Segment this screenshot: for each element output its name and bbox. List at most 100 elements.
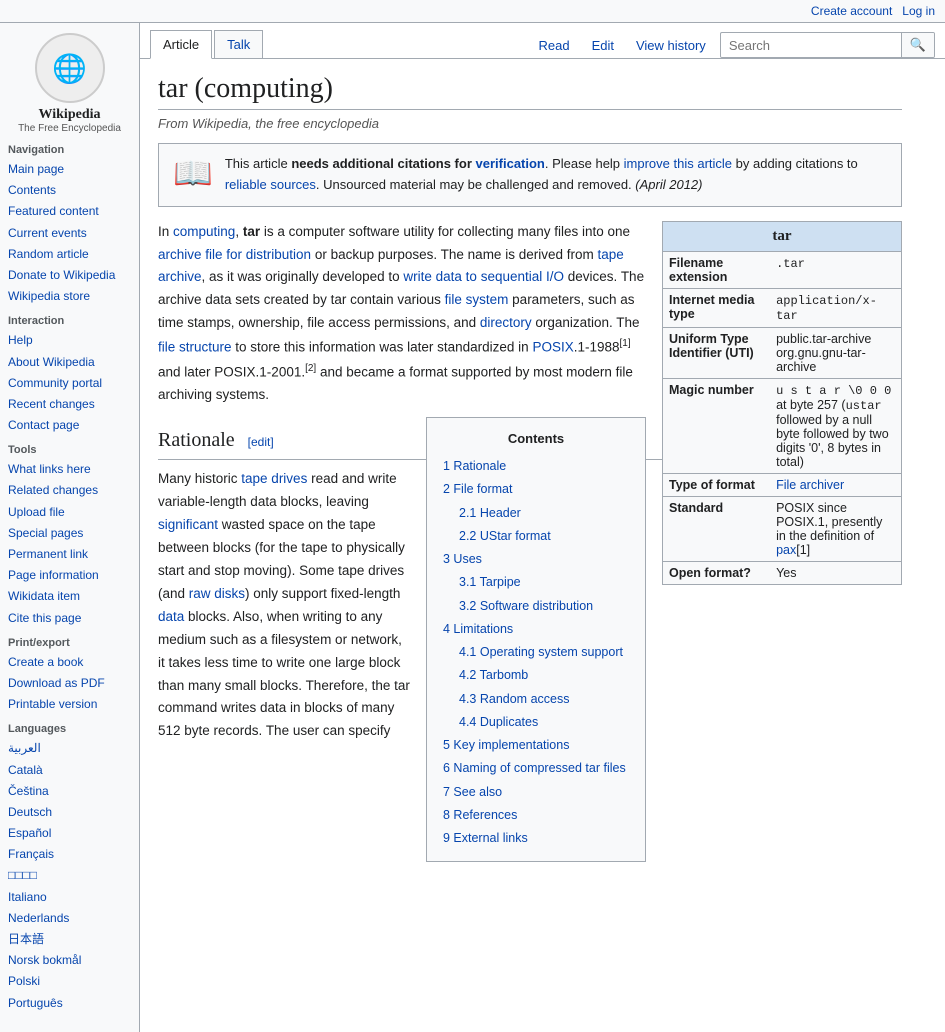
sidebar-item-lang-cs[interactable]: Čeština	[8, 781, 131, 802]
tab-article[interactable]: Article	[150, 30, 212, 59]
sidebar-item-current-events[interactable]: Current events	[8, 223, 131, 244]
toc-item-2-1: 2.1 Header	[459, 503, 629, 524]
infobox-link-pax[interactable]: pax	[776, 543, 796, 557]
sidebar-item-download-pdf[interactable]: Download as PDF	[8, 673, 131, 694]
sidebar-item-upload[interactable]: Upload file	[8, 502, 131, 523]
infobox-label-magic: Magic number	[663, 378, 770, 473]
sidebar-item-lang-pl[interactable]: Polski	[8, 971, 131, 992]
sidebar-item-lang-ar[interactable]: العربية	[8, 738, 131, 759]
logo: 🌐 Wikipedia The Free Encyclopedia	[8, 33, 131, 134]
sidebar-item-contents[interactable]: Contents	[8, 180, 131, 201]
tab-talk[interactable]: Talk	[214, 30, 263, 58]
toc-link-4[interactable]: 4 Limitations	[443, 622, 513, 636]
sidebar-item-lang-fr[interactable]: Français	[8, 844, 131, 865]
notice-link-improve[interactable]: improve this article	[624, 156, 732, 171]
toc-link-9[interactable]: 9 External links	[443, 831, 528, 845]
notice-link-sources[interactable]: reliable sources	[225, 177, 316, 192]
sidebar-item-about[interactable]: About Wikipedia	[8, 352, 131, 373]
sidebar-item-wikidata[interactable]: Wikidata item	[8, 586, 131, 607]
sidebar-item-community[interactable]: Community portal	[8, 373, 131, 394]
link-write-data[interactable]: write data to sequential	[403, 269, 542, 284]
toc-item-3-2: 3.2 Software distribution	[459, 596, 629, 617]
tab-view-history[interactable]: View history	[628, 34, 714, 57]
toc-link-2-2[interactable]: 2.2 UStar format	[459, 529, 551, 543]
print-section: Print/export Create a book Download as P…	[8, 637, 131, 716]
sidebar-item-lang-ja[interactable]: 日本語	[8, 929, 131, 950]
infobox-link-type[interactable]: File archiver	[776, 478, 844, 492]
toc-link-5[interactable]: 5 Key implementations	[443, 738, 569, 752]
toc-link-4-2[interactable]: 4.2 Tarbomb	[459, 668, 528, 682]
toc-link-2[interactable]: 2 File format	[443, 482, 512, 496]
logo-icon: 🌐	[35, 33, 105, 103]
sidebar-item-permanent-link[interactable]: Permanent link	[8, 544, 131, 565]
toc-item-3: 3 Uses 3.1 Tarpipe 3.2 Software distribu…	[443, 549, 629, 617]
toc-link-6[interactable]: 6 Naming of compressed tar files	[443, 761, 626, 775]
sidebar-item-lang-de[interactable]: Deutsch	[8, 802, 131, 823]
languages-section-title: Languages	[8, 723, 131, 735]
log-in-link[interactable]: Log in	[902, 4, 935, 18]
link-directory[interactable]: directory	[480, 315, 532, 330]
toc-link-3-2[interactable]: 3.2 Software distribution	[459, 599, 593, 613]
tab-bar: Article Talk Read Edit View history 🔍	[140, 23, 945, 59]
tab-edit[interactable]: Edit	[584, 34, 622, 57]
link-file-structure[interactable]: file structure	[158, 340, 232, 355]
sidebar-item-lang-pt[interactable]: Português	[8, 993, 131, 1014]
link-computing[interactable]: computing	[173, 224, 235, 239]
sidebar-item-featured[interactable]: Featured content	[8, 201, 131, 222]
toc-link-7[interactable]: 7 See also	[443, 785, 502, 799]
sidebar-item-related-changes[interactable]: Related changes	[8, 480, 131, 501]
sidebar-item-main-page[interactable]: Main page	[8, 159, 131, 180]
sidebar-item-printable[interactable]: Printable version	[8, 694, 131, 715]
top-bar: Create account Log in	[0, 0, 945, 23]
notice-link-verification[interactable]: verification	[476, 156, 545, 171]
link-significant[interactable]: significant	[158, 517, 218, 532]
infobox: tar Filename extension .tar Internet med…	[662, 221, 902, 585]
sidebar-item-special-pages[interactable]: Special pages	[8, 523, 131, 544]
toc-link-3-1[interactable]: 3.1 Tarpipe	[459, 575, 521, 589]
infobox-title: tar	[663, 222, 901, 251]
link-tape-drives[interactable]: tape drives	[241, 471, 307, 486]
toc-link-8[interactable]: 8 References	[443, 808, 517, 822]
toc-link-4-1[interactable]: 4.1 Operating system support	[459, 645, 623, 659]
notice-box: 📖 This article needs additional citation…	[158, 143, 902, 207]
sidebar-item-lang-it[interactable]: Italiano	[8, 887, 131, 908]
link-filesystem[interactable]: file system	[445, 292, 509, 307]
link-data-blocks[interactable]: data	[158, 609, 184, 624]
search-button[interactable]: 🔍	[901, 33, 934, 57]
sidebar-item-random[interactable]: Random article	[8, 244, 131, 265]
sidebar-item-create-book[interactable]: Create a book	[8, 652, 131, 673]
link-archive-file[interactable]: archive file for distribution	[158, 247, 311, 262]
toc-link-4-3[interactable]: 4.3 Random access	[459, 692, 569, 706]
infobox-val-media: application/x-tar	[770, 288, 901, 327]
create-account-link[interactable]: Create account	[811, 4, 892, 18]
toc-link-1[interactable]: 1 Rationale	[443, 459, 506, 473]
toc-item-9: 9 External links	[443, 828, 629, 849]
toc-link-3[interactable]: 3 Uses	[443, 552, 482, 566]
sidebar-item-lang-nb[interactable]: Norsk bokmål	[8, 950, 131, 971]
print-section-title: Print/export	[8, 637, 131, 649]
toc-link-4-4[interactable]: 4.4 Duplicates	[459, 715, 538, 729]
sidebar-item-contact[interactable]: Contact page	[8, 415, 131, 436]
infobox-label-uti: Uniform Type Identifier (UTI)	[663, 327, 770, 378]
sidebar-item-lang-ca[interactable]: Català	[8, 760, 131, 781]
link-raw-disks[interactable]: raw disks	[189, 586, 245, 601]
toc-item-4-4: 4.4 Duplicates	[459, 712, 629, 733]
link-io[interactable]: I/O	[546, 269, 564, 284]
sidebar-item-store[interactable]: Wikipedia store	[8, 286, 131, 307]
sidebar-item-help[interactable]: Help	[8, 330, 131, 351]
sidebar-item-lang-nl[interactable]: Nederlands	[8, 908, 131, 929]
infobox-val-type: File archiver	[770, 473, 901, 496]
sidebar-item-what-links[interactable]: What links here	[8, 459, 131, 480]
sidebar-item-recent-changes[interactable]: Recent changes	[8, 394, 131, 415]
toc-link-2-1[interactable]: 2.1 Header	[459, 506, 521, 520]
sidebar-item-page-info[interactable]: Page information	[8, 565, 131, 586]
sidebar-item-lang-ja-sq[interactable]: □□□□	[8, 865, 131, 886]
sidebar-item-lang-es[interactable]: Español	[8, 823, 131, 844]
sidebar-item-donate[interactable]: Donate to Wikipedia	[8, 265, 131, 286]
tab-read[interactable]: Read	[530, 34, 577, 57]
link-posix[interactable]: POSIX	[532, 340, 573, 355]
search-input[interactable]	[721, 34, 901, 57]
sidebar-item-cite[interactable]: Cite this page	[8, 608, 131, 629]
page-subtitle: From Wikipedia, the free encyclopedia	[158, 116, 902, 131]
rationale-edit-link[interactable]: [edit]	[248, 435, 274, 449]
